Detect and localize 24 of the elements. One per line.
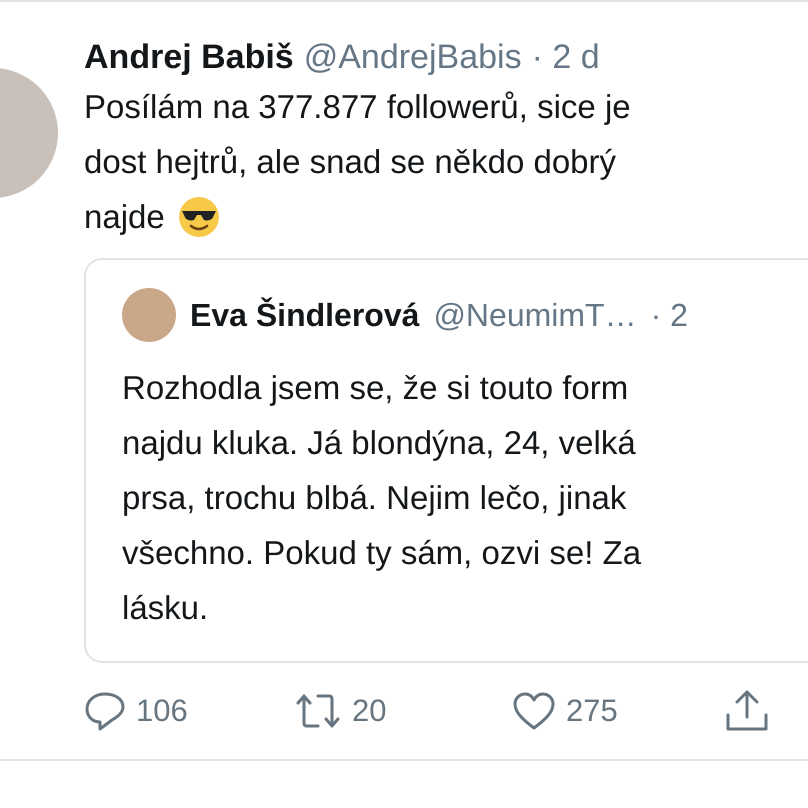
quoted-text-line: najdu kluka. Já blondýna, 24, velká (122, 423, 636, 463)
retweet-button[interactable]: 20 (294, 691, 386, 731)
quoted-tweet-card[interactable]: Eva Šindlerová @NeumimT… · 2 Rozhodla jsem se, že si touto form najdu kluka. Já blondýna, 24, velká prsa, trochu blbá. Nejim lečo, jinak všechno. Pokud ty sám, ozvi se! Za lásku. (84, 258, 808, 663)
quoted-author-handle: @NeumimT… (433, 296, 637, 334)
author-handle[interactable]: @AndrejBabis (304, 38, 522, 77)
heart-icon (512, 691, 556, 731)
sunglasses-emoji-icon (176, 194, 221, 238)
quoted-text-line: prsa, trochu blbá. Nejim lečo, jinak (122, 478, 626, 518)
quoted-author-name: Eva Šindlerová (190, 296, 420, 334)
author-name[interactable]: Andrej Babiš (84, 38, 294, 77)
like-button[interactable]: 275 (512, 691, 618, 731)
reply-button[interactable]: 106 (84, 690, 188, 732)
tweet-text-line: najde (84, 197, 165, 237)
tweet-time: · 2 d (532, 38, 600, 77)
quoted-text-line: Rozhodla jsem se, že si touto form (122, 368, 628, 408)
speech-bubble-icon (84, 690, 126, 732)
quoted-text-line: lásku. (122, 588, 208, 628)
tweet-text-line: dost hejtrů, ale snad se někdo dobrý (84, 142, 616, 182)
share-icon (724, 689, 770, 733)
share-button[interactable] (724, 689, 770, 733)
quoted-tweet-time: · 2 (650, 296, 688, 334)
avatar-photo-placeholder (122, 288, 176, 342)
quoted-text-line: všechno. Pokud ty sám, ozvi se! Za (122, 533, 642, 573)
tweet-text-line: Posílám na 377.877 followerů, sice je (84, 87, 631, 127)
